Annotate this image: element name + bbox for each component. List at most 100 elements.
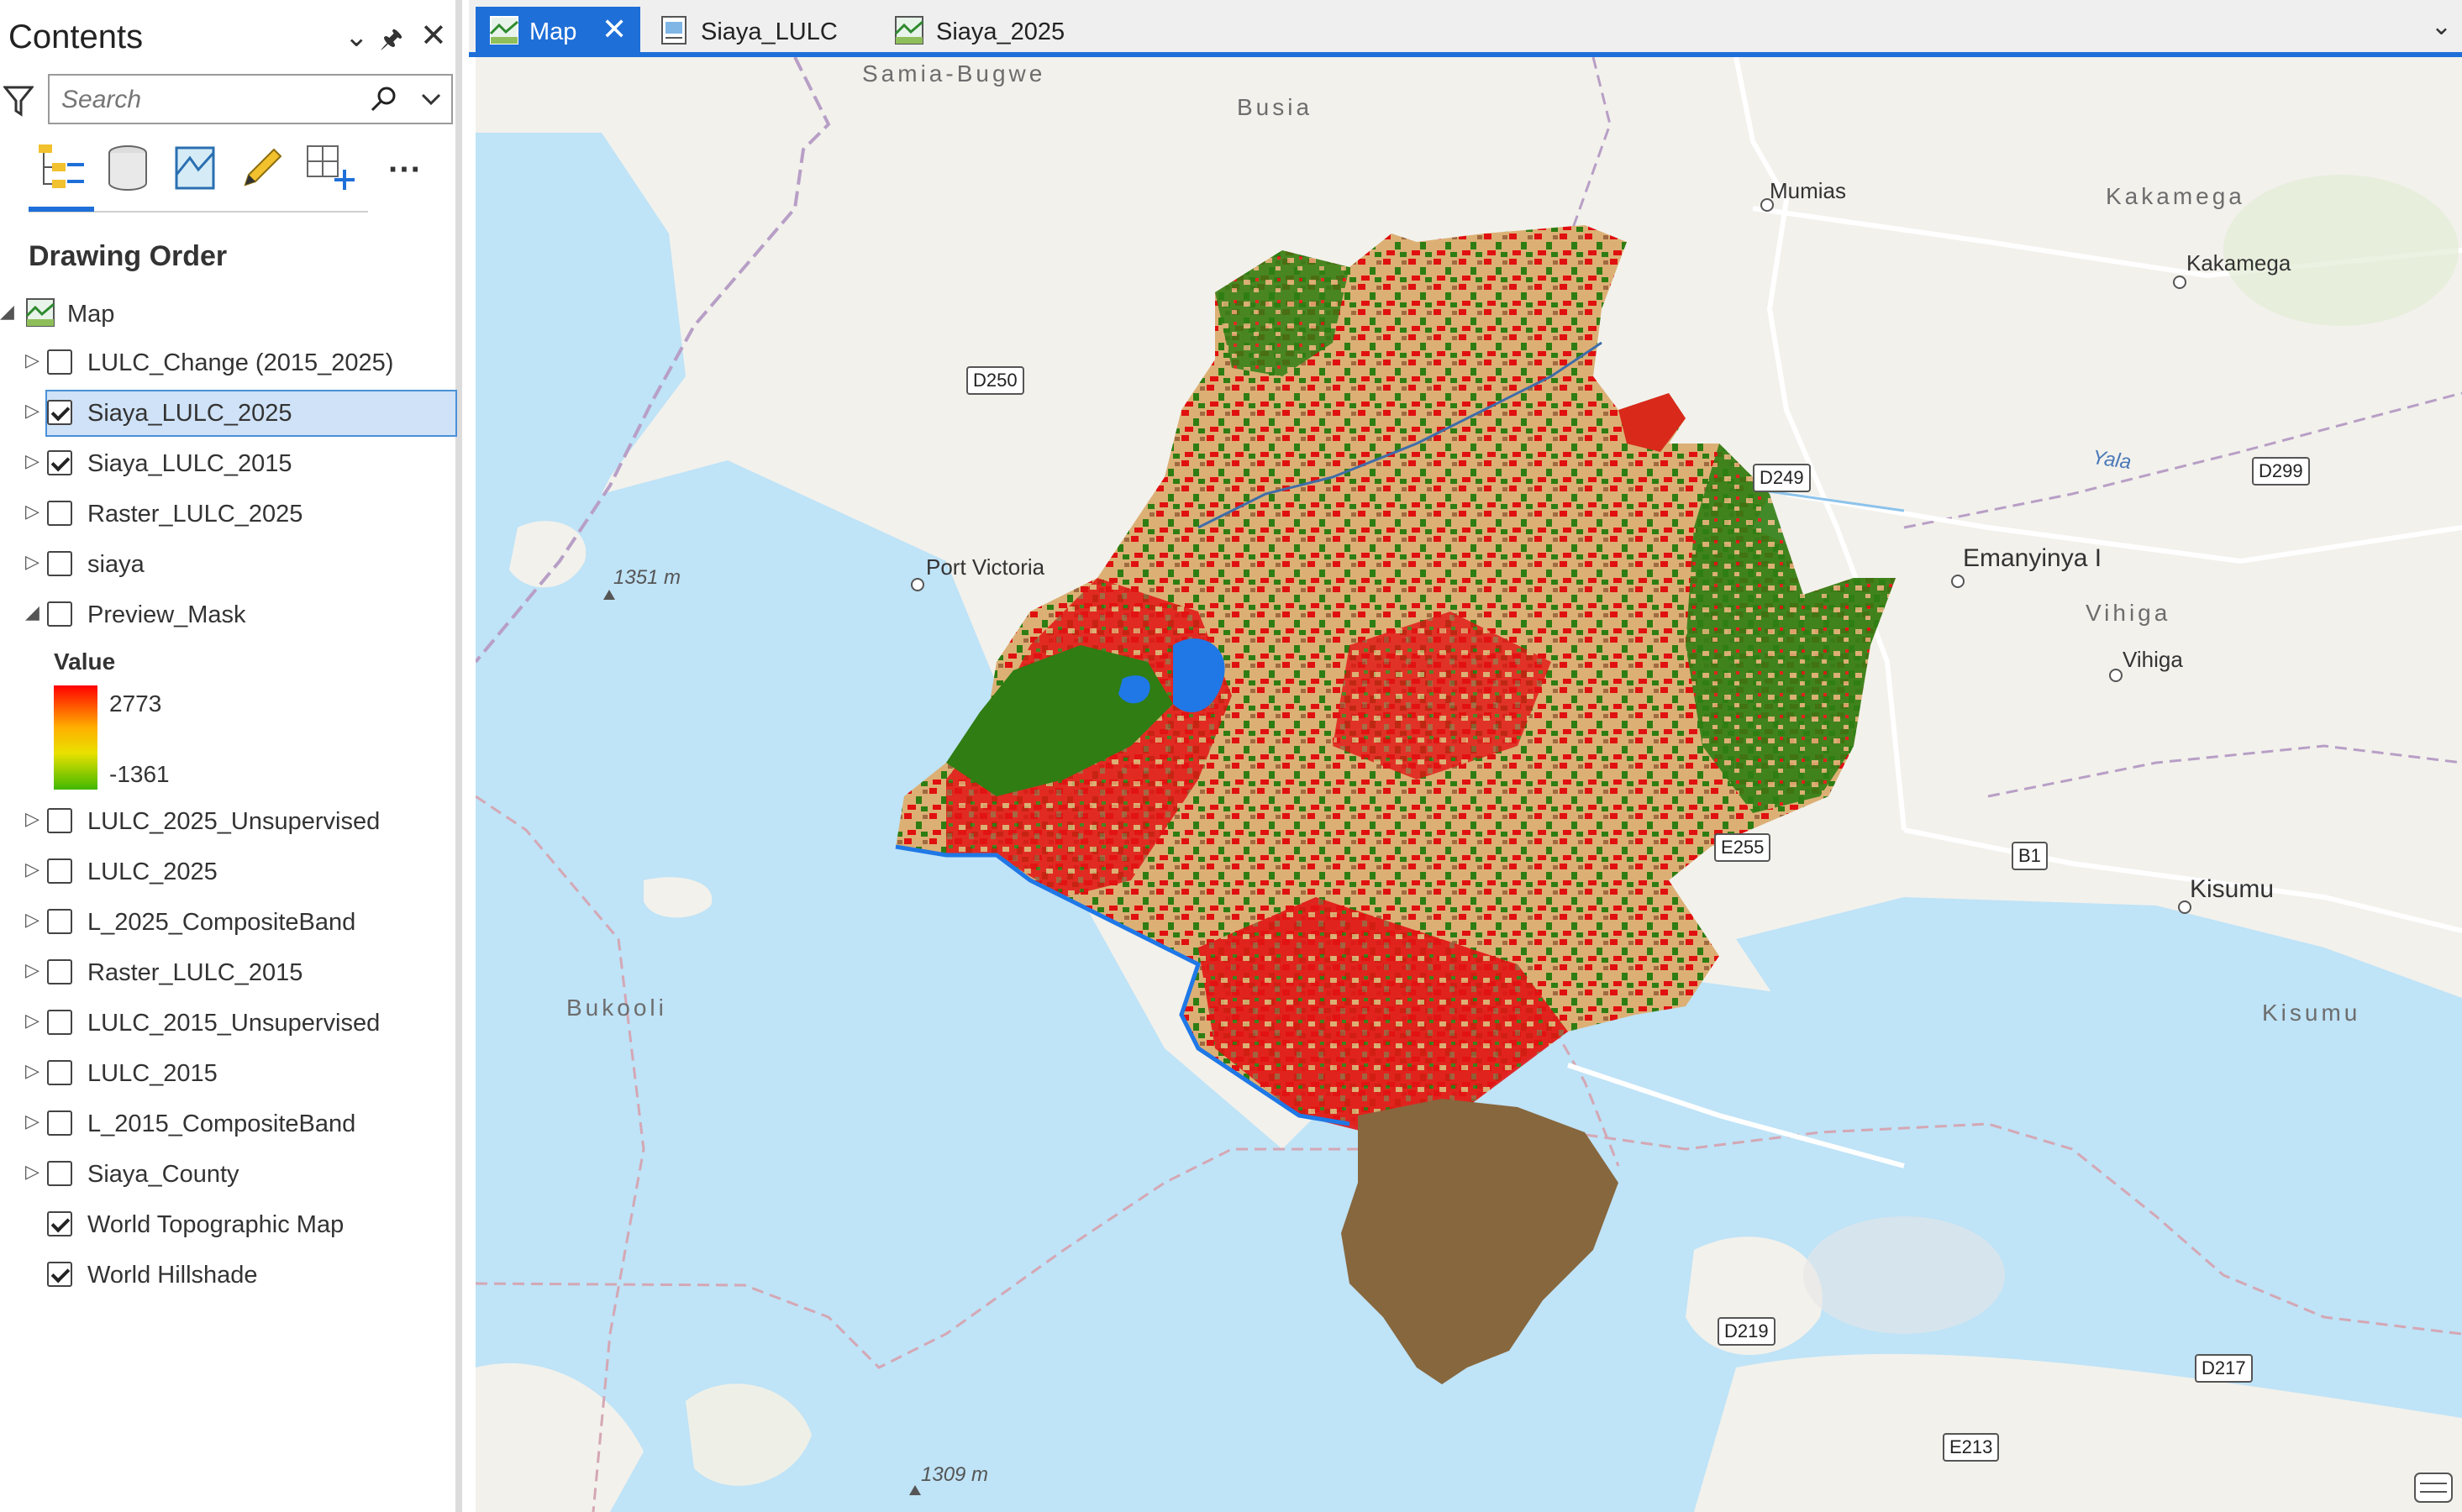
- layer-visibility-checkbox[interactable]: [47, 1211, 72, 1236]
- layer-visibility-checkbox[interactable]: [47, 400, 72, 425]
- search-input[interactable]: [60, 82, 366, 118]
- layer-row[interactable]: World Hillshade: [0, 1252, 459, 1300]
- layer-visibility-checkbox[interactable]: [47, 551, 72, 576]
- layer-row[interactable]: ▷ Siaya_LULC_2025: [0, 390, 459, 438]
- map-label-region: Bukooli: [566, 995, 667, 1021]
- layer-visibility-checkbox[interactable]: [47, 959, 72, 984]
- city-marker: [911, 578, 924, 591]
- expand-arrow-icon[interactable]: ▷: [25, 1010, 39, 1032]
- expand-arrow-icon[interactable]: ▷: [25, 1060, 39, 1082]
- expand-arrow-icon[interactable]: ▷: [25, 400, 39, 422]
- close-tab-icon[interactable]: ✕: [602, 12, 627, 47]
- layer-row[interactable]: ◢ Preview_Mask: [0, 591, 459, 640]
- expand-arrow-icon[interactable]: ▷: [25, 858, 39, 880]
- layer-row[interactable]: ▷ L_2015_CompositeBand: [0, 1100, 459, 1149]
- layer-visibility-checkbox[interactable]: [47, 1262, 72, 1287]
- layer-row[interactable]: ▷ LULC_2025: [0, 848, 459, 897]
- list-by-editing-icon[interactable]: [235, 141, 289, 195]
- city-marker: [2178, 900, 2191, 914]
- expand-arrow-icon[interactable]: ▷: [25, 1161, 39, 1183]
- filter-icon[interactable]: [3, 84, 34, 118]
- expand-arrow-icon[interactable]: ▷: [25, 349, 39, 371]
- road-shield: B1: [2012, 842, 2048, 870]
- layer-visibility-checkbox[interactable]: [47, 601, 72, 627]
- layer-visibility-checkbox[interactable]: [47, 349, 72, 375]
- expand-arrow-icon[interactable]: ▷: [25, 450, 39, 472]
- map-label-place: Vihiga: [2123, 647, 2183, 672]
- list-by-source-icon[interactable]: [101, 141, 155, 195]
- expand-arrow-icon[interactable]: ▷: [25, 909, 39, 931]
- legend-min-value: -1361: [109, 761, 170, 787]
- layer-visibility-checkbox[interactable]: [47, 1110, 72, 1136]
- tab-siaya-lulc[interactable]: Siaya_LULC: [645, 7, 872, 54]
- layer-row[interactable]: ▷ Siaya_LULC_2015: [0, 440, 459, 489]
- close-pane-icon[interactable]: ✕: [420, 17, 447, 55]
- layer-visibility-checkbox[interactable]: [47, 858, 72, 884]
- expand-arrow-icon[interactable]: ▷: [25, 501, 39, 522]
- search-icon[interactable]: [369, 84, 399, 114]
- layer-row[interactable]: ▷ siaya: [0, 541, 459, 590]
- chevron-down-icon[interactable]: ⌄: [345, 20, 369, 54]
- map-view[interactable]: Samia-Bugwe Busia Kakamega Vihiga Bukool…: [476, 57, 2462, 1512]
- layer-row[interactable]: ▷ LULC_2025_Unsupervised: [0, 798, 459, 847]
- layer-row[interactable]: ▷ Raster_LULC_2015: [0, 949, 459, 998]
- road-shield: D299: [2252, 457, 2310, 486]
- search-options-chevron-icon[interactable]: [419, 87, 443, 111]
- layer-name: World Topographic Map: [87, 1211, 345, 1238]
- layer-name: LULC_2015: [87, 1060, 218, 1087]
- expand-arrow-icon[interactable]: ▷: [25, 959, 39, 981]
- tab-label: Map: [529, 18, 577, 45]
- layer-visibility-checkbox[interactable]: [47, 1060, 72, 1085]
- map-label-place: Emanyinya I: [1963, 544, 2102, 572]
- map-label-place: Mumias: [1770, 178, 1847, 203]
- layer-name: Preview_Mask: [87, 601, 246, 628]
- expand-arrow-icon[interactable]: ▷: [25, 551, 39, 573]
- legend-color-ramp: [54, 685, 97, 790]
- map-root-label: Map: [67, 301, 115, 328]
- layer-visibility-checkbox[interactable]: [47, 909, 72, 934]
- road-shield: D217: [2195, 1354, 2253, 1383]
- collapse-arrow-icon[interactable]: ◢: [25, 601, 39, 623]
- map-label-region: Busia: [1237, 94, 1313, 120]
- tab-map[interactable]: Map ✕: [476, 7, 640, 54]
- layer-visibility-checkbox[interactable]: [47, 1161, 72, 1186]
- map-root-row[interactable]: ◢ Map: [0, 291, 459, 339]
- city-marker: [1951, 575, 1965, 588]
- road-shield: D249: [1753, 464, 1811, 492]
- legend-max-value: 2773: [109, 690, 162, 717]
- layer-row[interactable]: ▷ L_2025_CompositeBand: [0, 899, 459, 948]
- city-marker: [2109, 669, 2123, 682]
- more-options-icon[interactable]: ···: [388, 151, 422, 189]
- legend-title: Value: [54, 648, 116, 675]
- layer-row[interactable]: ▷ Raster_LULC_2025: [0, 491, 459, 539]
- layer-row[interactable]: ▷ LULC_Change (2015_2025): [0, 339, 459, 388]
- tab-siaya-2025[interactable]: Siaya_2025: [881, 7, 1107, 54]
- map-label-place: Kakamega: [2186, 250, 2291, 276]
- layer-row[interactable]: ▷ LULC_2015: [0, 1050, 459, 1099]
- pin-icon[interactable]: 🖈: [380, 20, 403, 63]
- layer-name: Siaya_County: [87, 1161, 239, 1188]
- tab-list-chevron-icon[interactable]: ⌄: [2431, 12, 2452, 41]
- expand-arrow-icon[interactable]: ◢: [0, 301, 14, 323]
- layer-name: LULC_2025_Unsupervised: [87, 808, 381, 835]
- layer-visibility-checkbox[interactable]: [47, 1010, 72, 1035]
- layer-visibility-checkbox[interactable]: [47, 450, 72, 475]
- list-by-selection-icon[interactable]: [168, 141, 222, 195]
- list-by-snapping-icon[interactable]: [302, 141, 356, 195]
- layer-row[interactable]: ▷ LULC_2015_Unsupervised: [0, 1000, 459, 1048]
- tab-label: Siaya_LULC: [701, 18, 838, 45]
- layer-name: siaya: [87, 551, 145, 578]
- contents-pane: Contents ⌄ 🖈 ✕ Search ··· Drawing Order …: [0, 0, 462, 1512]
- basemap-graphics: [476, 57, 2462, 1512]
- layer-name: LULC_2015_Unsupervised: [87, 1010, 381, 1037]
- layer-row[interactable]: ▷ Siaya_County: [0, 1151, 459, 1200]
- navigator-icon[interactable]: [2412, 1465, 2455, 1509]
- layer-row[interactable]: World Topographic Map: [0, 1201, 459, 1250]
- list-by-drawing-order-icon[interactable]: [34, 141, 87, 195]
- expand-arrow-icon[interactable]: ▷: [25, 808, 39, 830]
- layer-name: L_2025_CompositeBand: [87, 909, 356, 936]
- map-label-region: Kisumu: [2262, 1000, 2361, 1026]
- layer-visibility-checkbox[interactable]: [47, 808, 72, 833]
- layer-visibility-checkbox[interactable]: [47, 501, 72, 526]
- expand-arrow-icon[interactable]: ▷: [25, 1110, 39, 1132]
